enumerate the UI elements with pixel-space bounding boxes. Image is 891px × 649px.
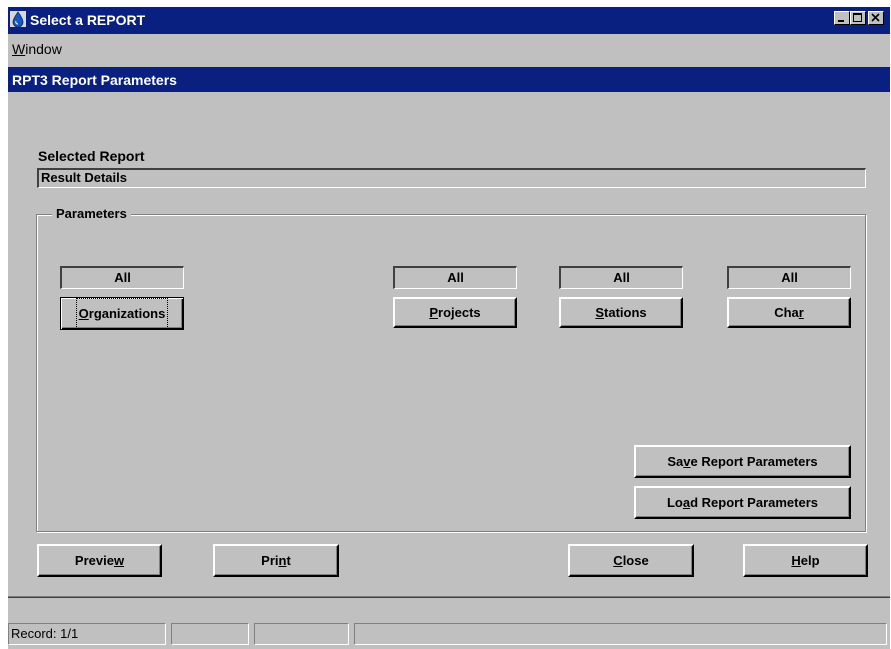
form-title: RPT3 Report Parameters bbox=[12, 72, 177, 88]
status-record: Record: 1/1 bbox=[8, 623, 166, 645]
selected-report-field: Result Details bbox=[37, 168, 866, 188]
close-window-button[interactable] bbox=[868, 11, 884, 25]
form-title-bar: RPT3 Report Parameters bbox=[8, 67, 890, 92]
save-report-parameters-button[interactable]: Save Report Parameters bbox=[634, 445, 851, 478]
organizations-button[interactable]: Organizations bbox=[60, 297, 184, 330]
status-pane-2 bbox=[171, 623, 249, 645]
parameters-label: Parameters bbox=[52, 206, 131, 221]
projects-button[interactable]: Projects bbox=[393, 297, 517, 328]
help-button[interactable]: Help bbox=[743, 544, 868, 577]
app-drop-icon[interactable] bbox=[10, 11, 26, 28]
title-bar[interactable]: Select a REPORT bbox=[8, 7, 890, 34]
stations-button[interactable]: Stations bbox=[559, 297, 683, 328]
selected-report-label: Selected Report bbox=[38, 148, 145, 164]
organizations-value: All bbox=[60, 266, 184, 289]
maximize-button[interactable] bbox=[850, 11, 866, 25]
form-bottom-divider-dark bbox=[8, 597, 890, 598]
char-button[interactable]: Char bbox=[727, 297, 851, 328]
menu-bar: Window bbox=[8, 36, 890, 62]
parameters-group bbox=[36, 214, 866, 532]
preview-button[interactable]: Preview bbox=[37, 544, 162, 577]
load-report-parameters-button[interactable]: Load Report Parameters bbox=[634, 486, 851, 519]
char-value: All bbox=[727, 266, 851, 289]
status-bar: Record: 1/1 bbox=[8, 619, 890, 649]
minimize-button[interactable] bbox=[834, 11, 850, 25]
close-button[interactable]: Close bbox=[568, 544, 694, 577]
window-title: Select a REPORT bbox=[30, 12, 146, 28]
report-window: Select a REPORT Window RPT3 Report Param… bbox=[8, 7, 890, 649]
menu-window[interactable]: Window bbox=[12, 41, 62, 57]
stations-value: All bbox=[559, 266, 683, 289]
form-right-edge bbox=[883, 92, 890, 602]
print-button[interactable]: Print bbox=[213, 544, 339, 577]
status-pane-4 bbox=[354, 623, 887, 645]
projects-value: All bbox=[393, 266, 517, 289]
status-pane-3 bbox=[254, 623, 349, 645]
